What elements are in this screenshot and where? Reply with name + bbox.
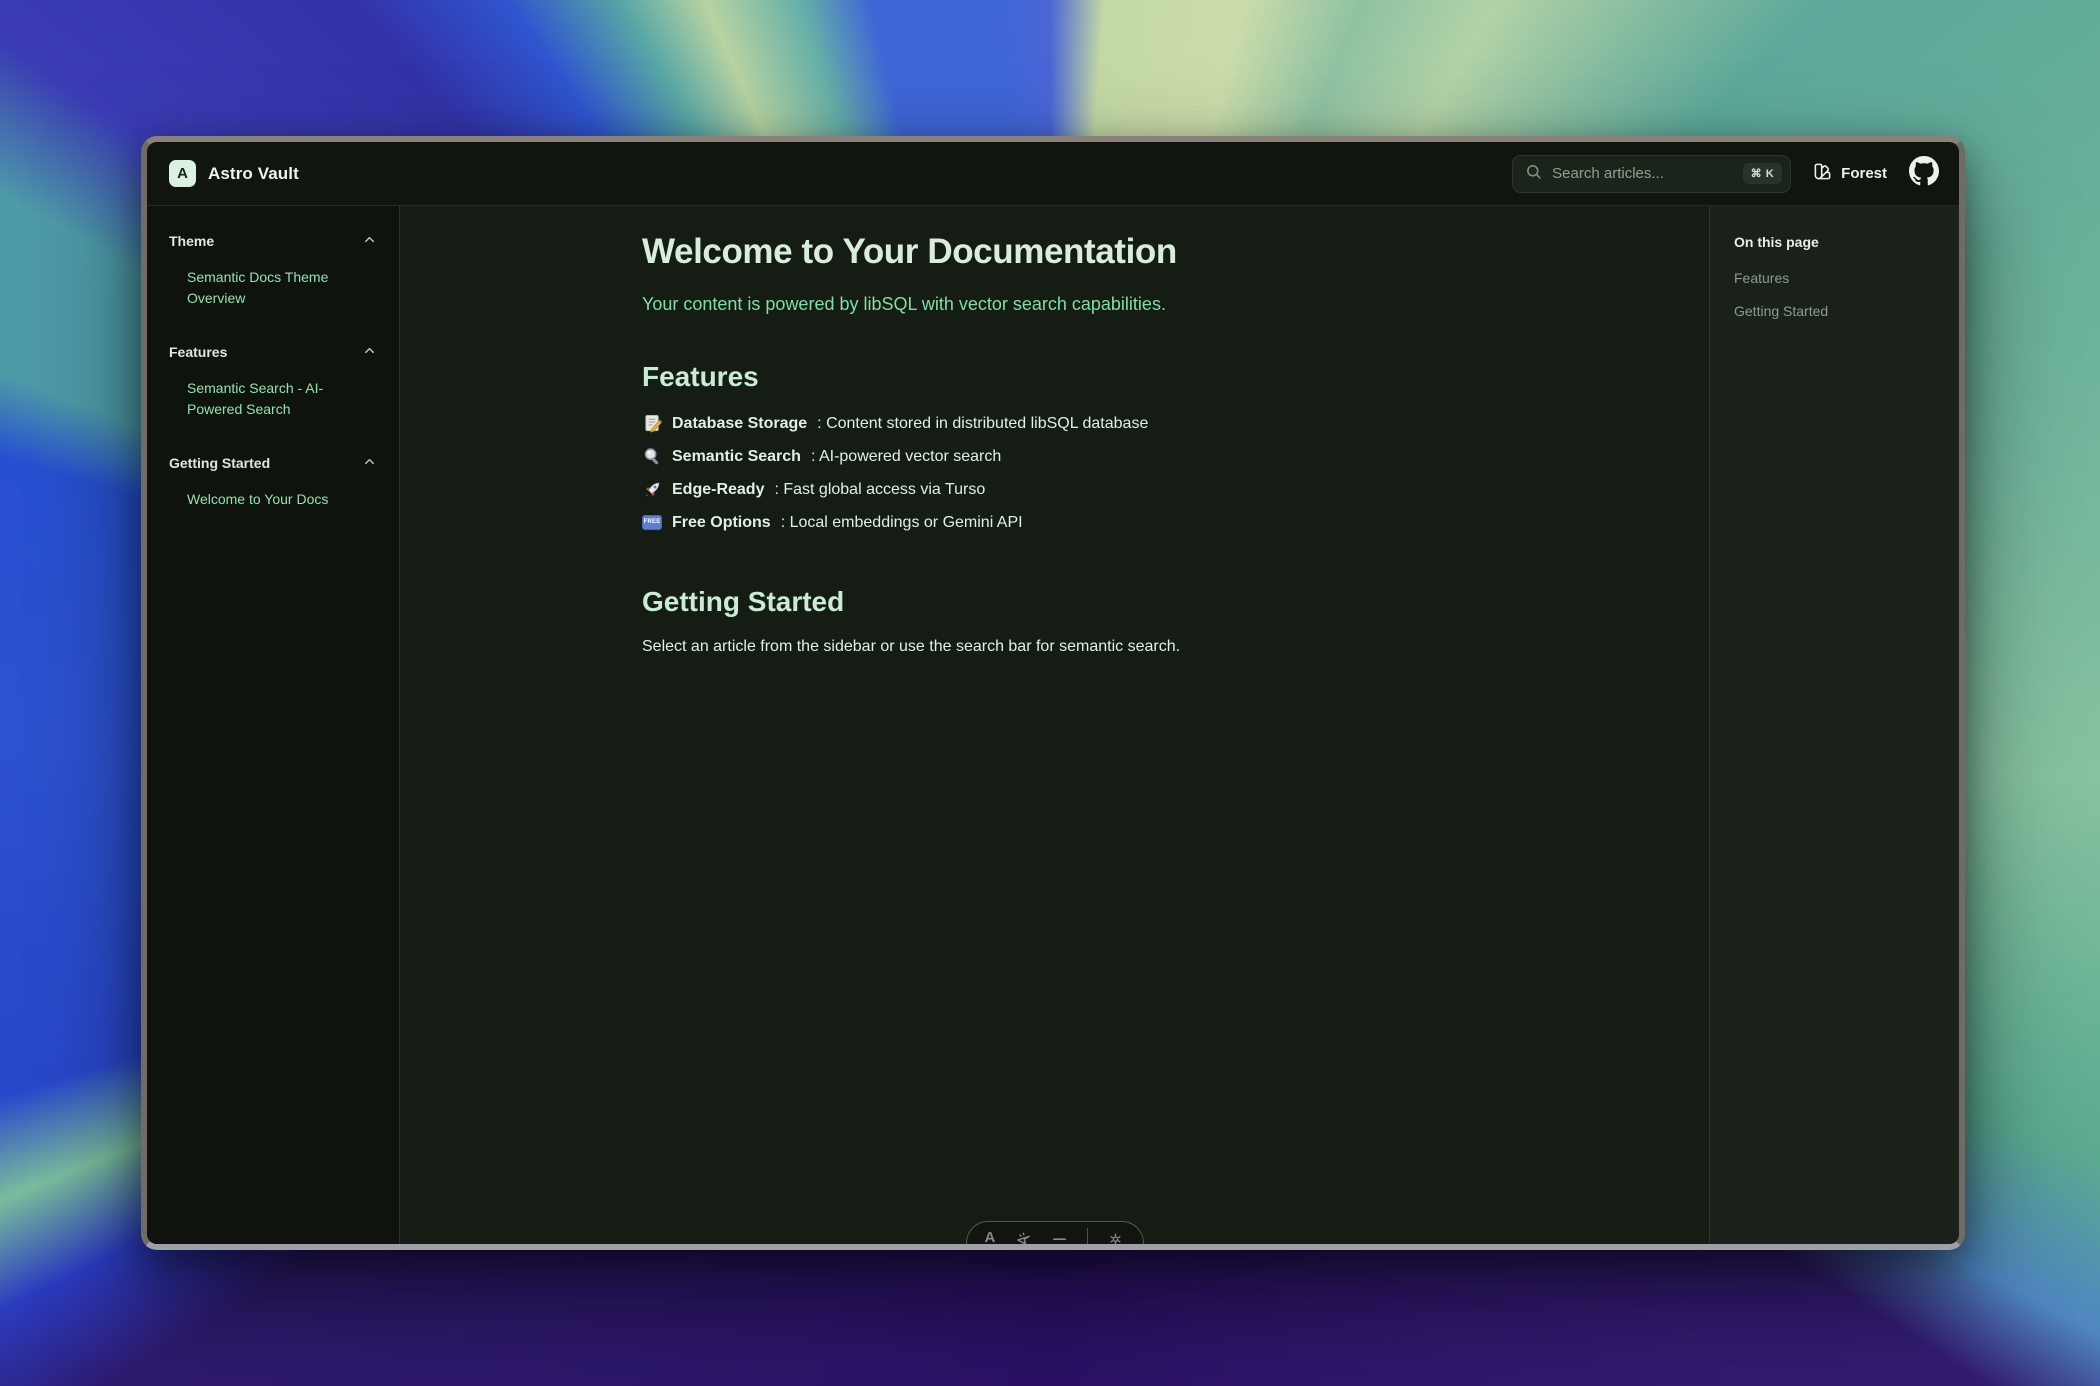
feature-item-semantic-search: Semantic Search : AI-powered vector searc…	[642, 446, 1467, 466]
sidebar-section-toggle-theme[interactable]: Theme	[169, 232, 377, 250]
chevron-up-icon	[362, 343, 377, 361]
feature-text: : Fast global access via Turso	[774, 480, 985, 499]
feature-text: : Local embeddings or Gemini API	[781, 513, 1023, 532]
chevron-up-icon	[362, 232, 377, 250]
article: Welcome to Your Documentation Your conte…	[632, 206, 1477, 656]
search-placeholder: Search articles...	[1552, 165, 1733, 182]
sidebar-section-label: Theme	[169, 233, 214, 249]
search-shortcut-badge: ⌘ K	[1743, 163, 1783, 184]
feature-item-free-options: FREE Free Options : Local embeddings or G…	[642, 512, 1467, 532]
feature-item-database-storage: Database Storage : Content stored in dist…	[642, 413, 1467, 433]
free-badge-icon: FREE	[642, 512, 662, 532]
sidebar-section-toggle-features[interactable]: Features	[169, 343, 377, 361]
feature-item-edge-ready: Edge-Ready : Fast global access via Turso	[642, 479, 1467, 499]
toc-link-features[interactable]: Features	[1734, 270, 1935, 286]
page-title: Welcome to Your Documentation	[642, 232, 1467, 272]
github-link[interactable]	[1909, 156, 1939, 191]
brand: A Astro Vault	[169, 160, 299, 187]
search-icon	[1525, 163, 1542, 185]
sidebar-link-semantic-docs-theme-overview[interactable]: Semantic Docs Theme Overview	[169, 267, 359, 309]
features-list: Database Storage : Content stored in dist…	[642, 413, 1467, 532]
body-row: Theme Semantic Docs Theme Overview Featu…	[147, 206, 1959, 1244]
feature-label: Free Options	[672, 513, 771, 532]
swatchbook-icon	[1813, 162, 1832, 185]
site-header: A Astro Vault Search articles... ⌘ K For…	[147, 142, 1959, 206]
search-input[interactable]: Search articles... ⌘ K	[1512, 155, 1791, 193]
settings-gear-icon[interactable]	[1107, 1230, 1124, 1244]
main-content: Welcome to Your Documentation Your conte…	[400, 206, 1709, 1244]
chevron-up-icon	[362, 454, 377, 472]
features-heading: Features	[642, 361, 1467, 393]
feature-label: Edge-Ready	[672, 480, 764, 499]
brand-logo[interactable]: A	[169, 160, 196, 187]
memo-icon	[642, 413, 662, 433]
dev-toolbar-separator	[1087, 1228, 1088, 1244]
getting-started-text: Select an article from the sidebar or us…	[642, 638, 1467, 656]
theme-selector-label: Forest	[1841, 165, 1887, 182]
toc-link-getting-started[interactable]: Getting Started	[1734, 303, 1935, 319]
audit-icon[interactable]	[1051, 1230, 1068, 1244]
sidebar-section-label: Features	[169, 344, 227, 360]
sidebar-section-theme: Theme Semantic Docs Theme Overview	[169, 232, 377, 309]
getting-started-heading: Getting Started	[642, 586, 1467, 618]
dev-toolbar: A	[966, 1221, 1144, 1244]
on-this-page-panel: On this page Features Getting Started	[1709, 206, 1959, 1244]
sidebar-link-semantic-search[interactable]: Semantic Search - AI-Powered Search	[169, 378, 359, 420]
sidebar-section-getting-started: Getting Started Welcome to Your Docs	[169, 454, 377, 510]
inspect-icon[interactable]	[1015, 1230, 1032, 1244]
desktop-wallpaper: A Astro Vault Search articles... ⌘ K For…	[0, 0, 2100, 1386]
rocket-icon	[642, 479, 662, 499]
feature-label: Semantic Search	[672, 447, 801, 466]
brand-title[interactable]: Astro Vault	[208, 164, 299, 184]
astro-logo-icon[interactable]: A	[985, 1230, 996, 1244]
magnifier-icon	[642, 446, 662, 466]
feature-text: : AI-powered vector search	[811, 447, 1001, 466]
github-icon	[1909, 156, 1939, 191]
sidebar-section-label: Getting Started	[169, 455, 270, 471]
feature-text: : Content stored in distributed libSQL d…	[817, 414, 1148, 433]
sidebar-link-welcome-to-your-docs[interactable]: Welcome to Your Docs	[169, 489, 359, 510]
header-actions: Search articles... ⌘ K Forest	[1512, 155, 1939, 193]
toc-title: On this page	[1734, 234, 1935, 250]
page-subtitle: Your content is powered by libSQL with v…	[642, 294, 1467, 315]
left-sidebar: Theme Semantic Docs Theme Overview Featu…	[147, 206, 400, 1244]
app-window: A Astro Vault Search articles... ⌘ K For…	[141, 136, 1965, 1250]
sidebar-section-toggle-getting-started[interactable]: Getting Started	[169, 454, 377, 472]
theme-selector-button[interactable]: Forest	[1813, 162, 1887, 185]
sidebar-section-features: Features Semantic Search - AI-Powered Se…	[169, 343, 377, 420]
feature-label: Database Storage	[672, 414, 807, 433]
